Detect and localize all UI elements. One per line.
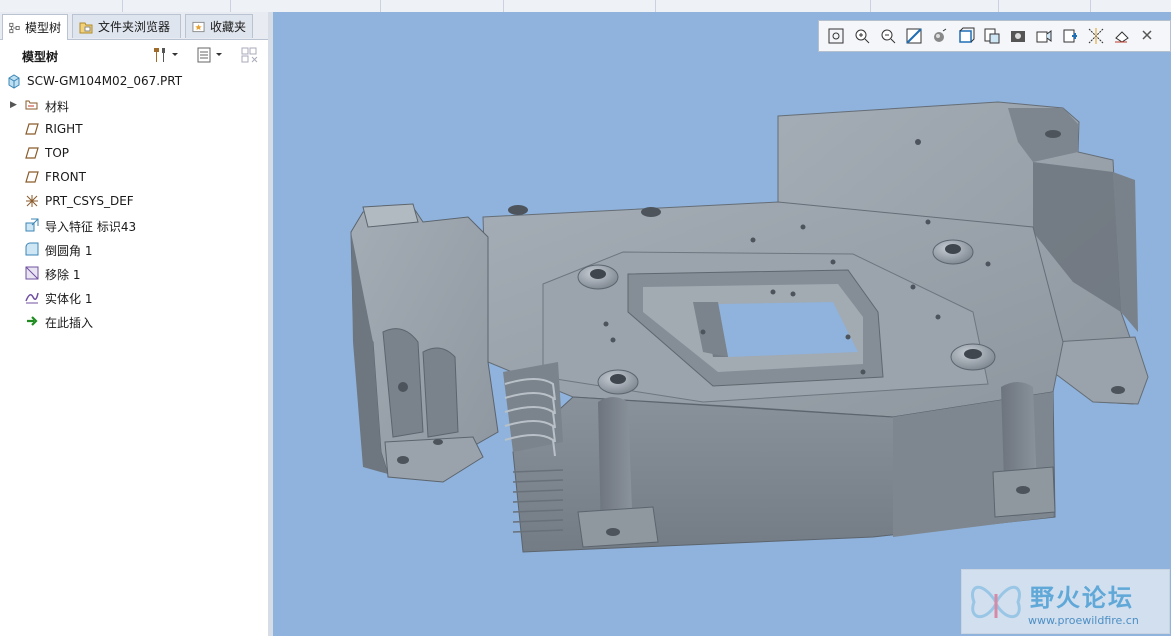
- zoom-out-button[interactable]: [875, 23, 901, 49]
- tree-item-label: 移除 1: [45, 268, 81, 282]
- tree-item-label: RIGHT: [45, 122, 83, 136]
- tab-label: 文件夹浏览器: [98, 20, 171, 34]
- repaint-icon: [906, 28, 922, 44]
- datum-display-button[interactable]: [1057, 23, 1083, 49]
- watermark-url: www.proewildfire.cn: [1028, 614, 1139, 627]
- zoom-in-icon: [855, 29, 870, 44]
- refit-icon: [828, 28, 844, 44]
- csys-icon: [24, 193, 40, 209]
- view-manager-icon: [1011, 31, 1025, 42]
- butterfly-logo-icon: [971, 585, 1021, 618]
- saved-views-button[interactable]: [979, 23, 1005, 49]
- model-tree-icon: [9, 22, 20, 33]
- tree-item[interactable]: RIGHT: [0, 118, 268, 140]
- spin-center-button[interactable]: [1109, 23, 1135, 49]
- tree-title: 模型树: [22, 50, 59, 64]
- tab-label: 收藏夹: [209, 20, 246, 34]
- ribbon-group[interactable]: 工程: [503, 0, 656, 12]
- more-icon: [1142, 30, 1152, 40]
- tree-filter-button[interactable]: [240, 44, 260, 66]
- tree-settings-icon: [154, 48, 165, 62]
- view-manager-button[interactable]: [1005, 23, 1031, 49]
- tree-item[interactable]: 移除 1: [0, 262, 268, 284]
- favorites-icon: [192, 21, 205, 32]
- tree-item-label: 在此插入: [45, 316, 94, 330]
- datum-plane-icon: [24, 169, 40, 185]
- saved-views-icon: [984, 28, 1000, 44]
- ribbon-group[interactable]: 形状: [380, 0, 504, 12]
- ribbon-group[interactable]: 测量: [1090, 0, 1171, 12]
- datum-plane-icon: [24, 121, 40, 137]
- part-icon: [6, 73, 22, 89]
- navigator-tabs: 模型树 文件夹浏览器 收藏夹: [0, 12, 268, 40]
- tree-item-label: 导入特征 标识43: [45, 220, 137, 234]
- tab-model-tree[interactable]: 模型树: [2, 14, 68, 40]
- render-options-icon: [934, 28, 947, 42]
- expand-arrow-icon[interactable]: ▶: [10, 100, 18, 110]
- render-options-button[interactable]: [927, 23, 953, 49]
- tree-item[interactable]: 实体化 1: [0, 286, 268, 308]
- tree-item-label: FRONT: [45, 170, 86, 184]
- tree-item-label: 倒圆角 1: [45, 244, 93, 258]
- tree-filter-icon: [241, 47, 258, 63]
- more-button[interactable]: [1135, 23, 1161, 49]
- tree-item[interactable]: 在此插入: [0, 310, 268, 332]
- remove-icon: [24, 265, 40, 281]
- annotation-display-button[interactable]: [1083, 23, 1109, 49]
- display-style-button[interactable]: [953, 23, 979, 49]
- tree-item-label: 材料: [45, 100, 70, 114]
- tree-item[interactable]: TOP: [0, 142, 268, 164]
- zoom-out-icon: [881, 29, 896, 44]
- ribbon-group[interactable]: 操作: [0, 0, 123, 12]
- watermark-title: 野火论坛: [1030, 584, 1134, 612]
- navigator-panel: 模型树 文件夹浏览器 收藏夹 模型树 SCW-GM104M02_067.PRT …: [0, 12, 269, 636]
- insert-here-arrow-icon: [24, 313, 40, 329]
- tab-favorites[interactable]: 收藏夹: [185, 14, 253, 38]
- spin-center-icon: [1115, 31, 1129, 43]
- folder-browser-icon: [79, 22, 93, 33]
- zoom-in-button[interactable]: [849, 23, 875, 49]
- solidify-icon: [24, 289, 40, 305]
- material-icon: [24, 97, 40, 113]
- perspective-button[interactable]: [1031, 23, 1057, 49]
- ribbon-group[interactable]: 基准: [230, 0, 381, 12]
- part-model-3d: [350, 101, 1149, 553]
- tree-item[interactable]: FRONT: [0, 166, 268, 188]
- repaint-button[interactable]: [901, 23, 927, 49]
- tree-root-item[interactable]: SCW-GM104M02_067.PRT: [0, 70, 268, 92]
- display-style-icon: [959, 27, 975, 43]
- chevron-down-icon: [172, 53, 178, 56]
- import-feature-icon: [24, 217, 40, 233]
- watermark: 野火论坛 www.proewildfire.cn: [961, 569, 1170, 634]
- ribbon-group[interactable]: 编辑: [655, 0, 871, 12]
- datum-plane-icon: [24, 145, 40, 161]
- tree-item-label: TOP: [45, 146, 70, 160]
- ribbon-group[interactable]: 获取数据: [122, 0, 231, 12]
- chevron-down-icon: [216, 53, 222, 56]
- tree-item-label: SCW-GM104M02_067.PRT: [27, 74, 183, 88]
- ribbon-group[interactable]: 模型显示: [998, 0, 1091, 12]
- tree-item[interactable]: 导入特征 标识43: [0, 214, 268, 236]
- tree-show-button[interactable]: [195, 44, 223, 66]
- ribbon-group[interactable]: 曲面: [870, 0, 999, 12]
- annotation-display-icon: [1088, 28, 1104, 44]
- graphics-viewport[interactable]: 野火论坛 www.proewildfire.cn: [273, 12, 1171, 636]
- tab-label: 模型树: [24, 21, 61, 35]
- datum-display-icon: [1063, 29, 1077, 43]
- tree-item[interactable]: ▶ 材料: [0, 94, 268, 116]
- tree-item-label: 实体化 1: [45, 292, 93, 306]
- tree-item[interactable]: PRT_CSYS_DEF: [0, 190, 268, 212]
- refit-button[interactable]: [823, 23, 849, 49]
- tree-settings-button[interactable]: [151, 44, 179, 66]
- round-icon: [24, 241, 40, 257]
- view-toolbar: [818, 20, 1171, 52]
- tree-toolbar: 模型树: [0, 40, 268, 70]
- perspective-icon: [1036, 30, 1052, 43]
- tree-item-label: PRT_CSYS_DEF: [45, 194, 134, 208]
- tree-show-icon: [197, 47, 211, 63]
- tree-item[interactable]: 倒圆角 1: [0, 238, 268, 260]
- tab-folder-browser[interactable]: 文件夹浏览器: [72, 14, 181, 38]
